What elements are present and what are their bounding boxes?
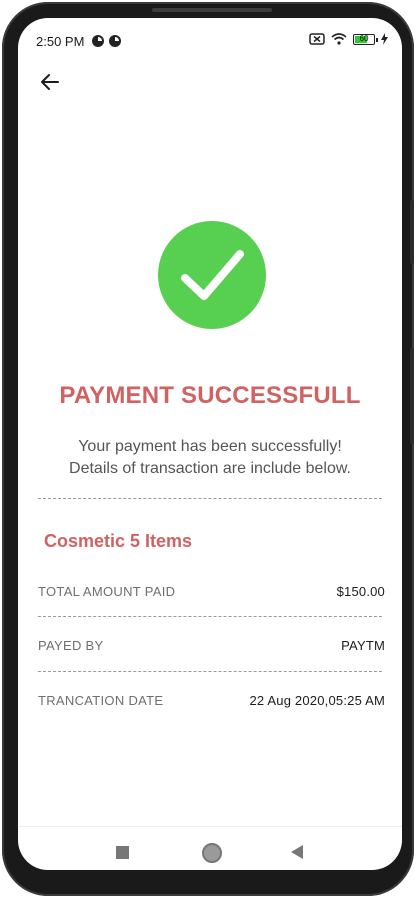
divider [38, 498, 382, 499]
app-notification-icon [109, 35, 121, 47]
recents-icon[interactable] [116, 846, 129, 859]
message-line-1: Your payment has been successfully! [78, 438, 342, 455]
total-amount-label: TOTAL AMOUNT PAID [38, 584, 176, 599]
system-nav-bar [18, 826, 402, 870]
screen: 2:50 PM 60 PAYMENT SUCCESSFULL Your paym… [18, 18, 402, 870]
transaction-date-value: 22 Aug 2020,05:25 AM [249, 693, 385, 708]
divider [38, 616, 382, 617]
message-line-2: Details of transaction are include below… [69, 460, 351, 477]
home-icon[interactable] [202, 843, 222, 863]
payed-by-value: PAYTM [341, 638, 385, 653]
battery-level: 60 [359, 33, 369, 43]
charging-icon [381, 33, 388, 45]
back-arrow-icon[interactable] [38, 70, 62, 94]
phone-frame: 2:50 PM 60 PAYMENT SUCCESSFULL Your paym… [2, 2, 414, 896]
battery-icon: 60 [353, 33, 378, 45]
status-icons: 60 [309, 33, 388, 45]
earpiece-speaker [152, 8, 272, 12]
payed-by-label: PAYED BY [38, 638, 104, 653]
transaction-date-label: TRANCATION DATE [38, 693, 164, 708]
checkmark-icon [181, 250, 244, 300]
payment-status-title: PAYMENT SUCCESSFULL [59, 382, 361, 409]
total-amount-value: $150.00 [336, 584, 385, 599]
wifi-icon [331, 33, 347, 45]
power-button [410, 348, 414, 444]
volume-button [410, 200, 414, 264]
divider [38, 671, 382, 672]
app-notification-icon [92, 35, 104, 47]
status-bar: 2:50 PM 60 [18, 18, 402, 62]
back-triangle-icon[interactable] [291, 845, 303, 859]
no-sim-icon [309, 33, 325, 45]
success-check-circle [158, 221, 266, 329]
product-title: Cosmetic 5 Items [44, 531, 193, 551]
payment-status-message: Your payment has been successfully! Deta… [18, 436, 402, 480]
status-time: 2:50 PM [36, 34, 85, 49]
